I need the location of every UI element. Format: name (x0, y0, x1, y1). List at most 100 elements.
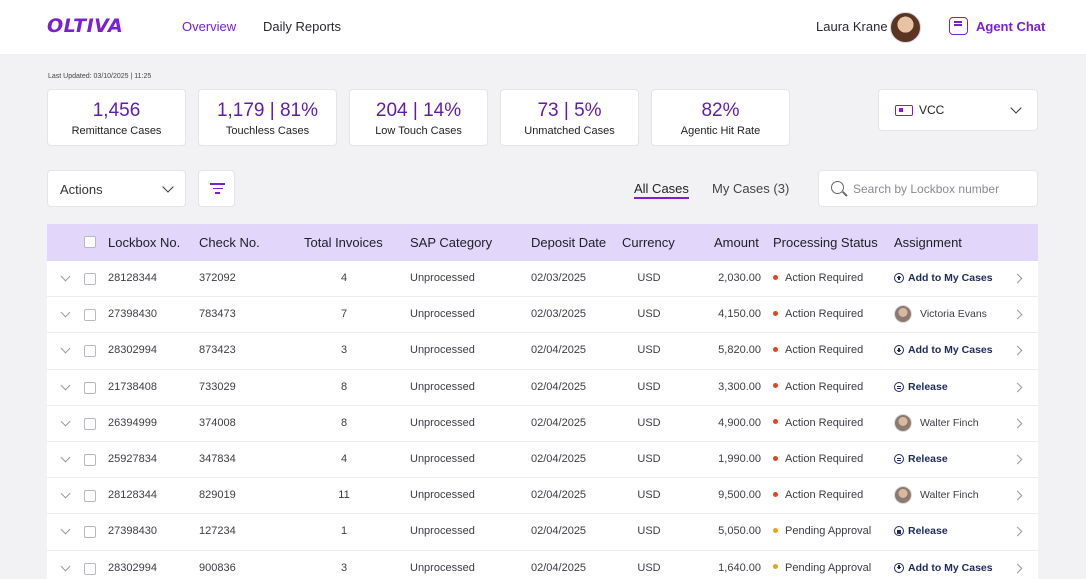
row-checkbox[interactable] (84, 490, 96, 503)
column-header[interactable]: Amount (714, 235, 759, 250)
release-icon (894, 381, 904, 392)
column-header[interactable]: SAP Category (410, 235, 492, 250)
lockbox-number: 25927834 (108, 452, 157, 465)
expand-row-icon[interactable] (60, 416, 71, 427)
assignment-label: Add to My Cases (908, 272, 993, 284)
assignee[interactable]: Walter Finch (894, 413, 979, 432)
column-header[interactable]: Assignment (894, 235, 962, 250)
release-button[interactable]: Release (894, 453, 948, 465)
row-checkbox[interactable] (84, 417, 96, 430)
select-all-checkbox[interactable] (84, 236, 96, 248)
column-header[interactable]: Processing Status (773, 235, 878, 250)
check-number: 347834 (199, 452, 236, 465)
assignment-label: Add to My Cases (908, 344, 993, 357)
expand-row-icon[interactable] (60, 271, 71, 282)
table-row[interactable]: 28128344 372092 4 Unprocessed 02/03/2025… (47, 261, 1038, 298)
assignee[interactable]: Victoria Evans (894, 305, 987, 324)
sap-category: Unprocessed (410, 380, 475, 393)
chevron-right-icon[interactable] (1012, 382, 1023, 393)
assignment-label: Walter Finch (920, 416, 979, 429)
lockbox-number: 27398430 (108, 308, 157, 321)
chevron-right-icon[interactable] (1012, 345, 1023, 356)
table-row[interactable]: 27398430 127234 1 Unprocessed 02/04/2025… (47, 514, 1038, 551)
currency: USD (637, 561, 661, 574)
chevron-right-icon[interactable] (1012, 454, 1023, 465)
check-number: 783473 (199, 308, 236, 321)
assignee[interactable]: Walter Finch (894, 486, 979, 505)
tab-all-cases[interactable]: All Cases (634, 181, 689, 199)
add-to-my-cases-button[interactable]: Add to My Cases (894, 272, 993, 284)
total-invoices: 7 (340, 308, 348, 321)
table-row[interactable]: 28302994 873423 3 Unprocessed 02/04/2025… (47, 333, 1038, 370)
status-dot (773, 346, 778, 352)
user-name: Laura Krane (816, 19, 888, 34)
column-header[interactable]: Lockbox No. (108, 235, 180, 250)
nav-daily-reports[interactable]: Daily Reports (263, 19, 341, 34)
add-to-my-cases-button[interactable]: Add to My Cases (894, 562, 993, 574)
release-button[interactable]: Release (894, 381, 948, 393)
chevron-down-icon (162, 181, 174, 193)
deposit-date: 02/03/2025 (531, 272, 587, 284)
table-row[interactable]: 25927834 347834 4 Unprocessed 02/04/2025… (47, 441, 1038, 479)
chevron-right-icon[interactable] (1012, 309, 1023, 320)
nav-overview[interactable]: Overview (182, 19, 236, 34)
expand-row-icon[interactable] (60, 343, 71, 354)
currency: USD (637, 525, 661, 538)
row-checkbox[interactable] (84, 526, 96, 539)
column-header[interactable]: Currency (622, 235, 675, 250)
table-row[interactable]: 28128344 829019 11 Unprocessed 02/04/202… (47, 478, 1038, 515)
total-invoices: 4 (340, 272, 348, 284)
app-logo[interactable]: OLTIVA (47, 15, 123, 37)
status-dot (773, 310, 778, 316)
table-row[interactable]: 21738408 733029 8 Unprocessed 02/04/2025… (47, 369, 1038, 406)
table-row[interactable]: 27398430 783473 7 Unprocessed 02/03/2025… (47, 297, 1038, 334)
column-header[interactable]: Check No. (199, 235, 260, 250)
kpi-label: Agentic Hit Rate (680, 125, 761, 137)
amount: 4,150.00 (718, 308, 761, 321)
chevron-right-icon[interactable] (1012, 418, 1023, 429)
chevron-right-icon[interactable] (1012, 563, 1023, 573)
search-input[interactable] (853, 180, 1033, 198)
row-checkbox[interactable] (84, 273, 96, 285)
add-to-my-cases-button[interactable]: Add to My Cases (894, 344, 993, 356)
agent-chat-button[interactable]: Agent Chat (949, 17, 1045, 35)
row-checkbox[interactable] (84, 453, 96, 466)
processing-status: Action Required (773, 381, 863, 393)
amount: 1,990.00 (718, 452, 761, 465)
table-row[interactable]: 28302994 900836 3 Unprocessed 02/04/2025… (47, 550, 1038, 579)
lockbox-number: 26394999 (108, 416, 157, 429)
processing-status: Action Required (773, 453, 863, 465)
row-checkbox[interactable] (84, 309, 96, 322)
table-row[interactable]: 26394999 374008 8 Unprocessed 02/04/2025… (47, 405, 1038, 442)
actions-dropdown[interactable]: Actions (47, 170, 186, 207)
table-header: Lockbox No. Check No. Total Invoices SAP… (47, 224, 1038, 261)
release-button[interactable]: Release (894, 525, 948, 537)
total-invoices: 8 (340, 416, 348, 429)
expand-row-icon[interactable] (60, 524, 71, 535)
expand-row-icon[interactable] (60, 561, 71, 571)
chevron-right-icon[interactable] (1012, 526, 1023, 537)
kpi-value: 1,179 | 81% (216, 100, 319, 121)
filter-button[interactable] (198, 170, 235, 207)
deposit-date: 02/04/2025 (531, 489, 587, 502)
row-checkbox[interactable] (84, 381, 96, 394)
assignment-label: Release (908, 525, 948, 538)
expand-row-icon[interactable] (60, 380, 71, 391)
user-avatar[interactable] (890, 12, 921, 43)
chevron-right-icon[interactable] (1012, 490, 1023, 501)
cases-table: Lockbox No. Check No. Total Invoices SAP… (47, 224, 1038, 579)
chevron-right-icon[interactable] (1012, 273, 1023, 284)
tab-my-cases[interactable]: My Cases (3) (712, 181, 789, 196)
row-checkbox[interactable] (84, 562, 96, 575)
vcc-dropdown[interactable]: VCC (878, 89, 1038, 131)
sap-category: Unprocessed (410, 308, 475, 321)
expand-row-icon[interactable] (60, 488, 71, 499)
expand-row-icon[interactable] (60, 452, 71, 463)
expand-row-icon[interactable] (60, 307, 71, 318)
sap-category: Unprocessed (410, 272, 475, 284)
card-icon (895, 105, 913, 116)
status-label: Action Required (785, 272, 864, 284)
column-header[interactable]: Total Invoices (304, 235, 383, 250)
row-checkbox[interactable] (84, 345, 96, 358)
column-header[interactable]: Deposit Date (531, 235, 606, 250)
